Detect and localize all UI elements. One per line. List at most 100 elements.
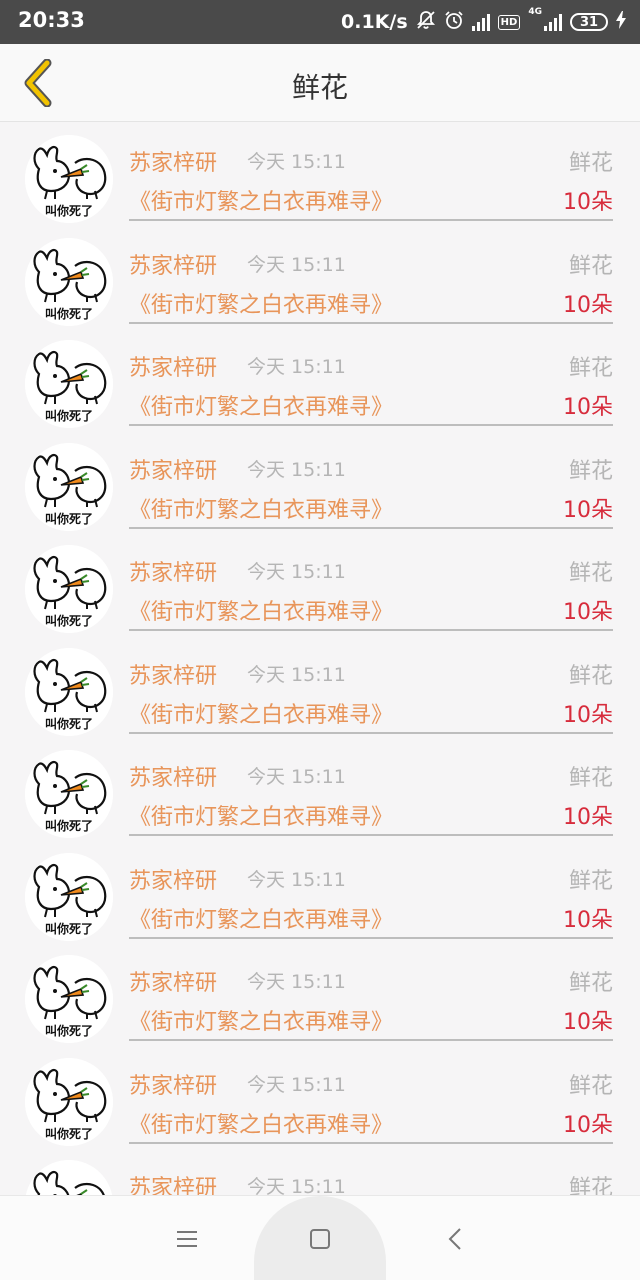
gift-amount: 10朵 [563,497,613,523]
list-item[interactable]: 叫你死了 苏家梓研 今天 15:11 鲜花 《街市灯繁之白衣再难寻》 10朵 [0,841,640,944]
sender-name[interactable]: 苏家梓研 [129,658,217,690]
avatar[interactable]: 叫你死了 [25,750,113,838]
book-title-link[interactable]: 《街市灯繁之白衣再难寻》 [129,799,393,831]
recent-apps-button[interactable] [122,1196,252,1280]
sender-name[interactable]: 苏家梓研 [129,145,217,177]
avatar-sticker-image: 叫你死了 [25,545,113,633]
list-item-content: 苏家梓研 今天 15:11 鲜花 《街市灯繁之白衣再难寻》 10朵 [129,1046,613,1144]
sender-name[interactable]: 苏家梓研 [129,555,217,587]
avatar[interactable]: 叫你死了 [25,135,113,223]
sender-name[interactable]: 苏家梓研 [129,965,217,997]
network-type: 4G [528,7,542,17]
list-item-content: 苏家梓研 今天 15:11 鲜花 《街市灯繁之白衣再难寻》 10朵 [129,943,613,1041]
book-title-link[interactable]: 《街市灯繁之白衣再难寻》 [129,389,393,421]
avatar[interactable]: 叫你死了 [25,955,113,1043]
avatar-caption: 叫你死了 [45,921,93,936]
list-item[interactable]: 叫你死了 苏家梓研 今天 15:11 鲜花 《街市灯繁之白衣再难寻》 10朵 [0,123,640,226]
avatar-sticker-image: 叫你死了 [25,750,113,838]
sender-name[interactable]: 苏家梓研 [129,248,217,280]
menu-icon [177,1230,197,1247]
list-item-content: 苏家梓研 今天 15:11 鲜花 《街市灯繁之白衣再难寻》 10朵 [129,123,613,221]
list-item-content: 苏家梓研 今天 15:11 鲜花 《街市灯繁之白衣再难寻》 10朵 [129,841,613,939]
avatar-sticker-image: 叫你死了 [25,442,113,531]
list-item-content: 苏家梓研 今天 15:11 鲜花 [129,1148,613,1195]
sender-name[interactable]: 苏家梓研 [129,453,217,485]
list-item[interactable]: 叫你死了 苏家梓研 今天 15:11 鲜花 《街市灯繁之白衣再难寻》 10朵 [0,533,640,636]
gift-type-label: 鲜花 [568,663,613,689]
list-item[interactable]: 叫你死了 苏家梓研 今天 15:11 鲜花 《街市灯繁之白衣再难寻》 10朵 [0,431,640,534]
gift-amount: 10朵 [563,395,613,420]
list-item[interactable]: 叫你死了 苏家梓研 今天 15:11 鲜花 《街市灯繁之白衣再难寻》 10朵 [0,636,640,739]
book-title-link[interactable]: 《街市灯繁之白衣再难寻》 [129,697,393,729]
book-title-link[interactable]: 《街市灯繁之白衣再难寻》 [129,902,393,934]
gift-type-label: 鲜花 [568,971,613,996]
avatar[interactable]: 叫你死了 [25,237,113,326]
avatar[interactable]: 叫你死了 [25,340,113,428]
avatar-caption: 叫你死了 [45,306,93,321]
sender-name[interactable]: 苏家梓研 [129,863,217,895]
system-back-button[interactable] [390,1196,520,1280]
avatar-sticker-image: 叫你死了 [25,647,113,736]
list-item[interactable]: 叫你死了 苏家梓研 今天 15:11 鲜花 《街市灯繁之白衣再难寻》 10朵 [0,943,640,1046]
gift-amount: 10朵 [563,600,613,625]
avatar[interactable]: 叫你死了 [25,545,113,633]
avatar[interactable]: 叫你死了 [25,647,113,736]
charging-icon [616,10,626,34]
avatar[interactable]: 叫你死了 [25,852,113,941]
list-item[interactable]: 叫你死了 苏家梓研 今天 15:11 鲜花 《街市灯繁之白衣再难寻》 10朵 [0,226,640,329]
mute-bell-icon [416,10,436,35]
home-button[interactable] [255,1196,385,1280]
gift-type-label: 鲜花 [568,253,613,279]
avatar-caption: 叫你死了 [45,511,93,526]
list-item-content: 苏家梓研 今天 15:11 鲜花 《街市灯繁之白衣再难寻》 10朵 [129,533,613,631]
timestamp: 今天 15:11 [247,1073,346,1096]
book-title-link[interactable]: 《街市灯繁之白衣再难寻》 [129,492,393,524]
timestamp: 今天 15:11 [247,151,346,173]
signal-4g-icon [544,13,562,31]
gift-type-label: 鲜花 [568,561,613,586]
gift-amount: 10朵 [563,907,613,933]
sender-name[interactable]: 苏家梓研 [129,760,217,792]
gift-amount: 10朵 [563,190,613,215]
signal-hd-icon [471,13,490,31]
gift-type-label: 鲜花 [568,356,613,381]
book-title-link[interactable]: 《街市灯繁之白衣再难寻》 [129,287,393,319]
avatar-caption: 叫你死了 [45,1023,93,1038]
avatar-caption: 叫你死了 [45,716,93,731]
gift-type-label: 鲜花 [568,458,613,484]
avatar[interactable]: 叫你死了 [25,442,113,531]
avatar[interactable]: 叫你死了 [25,1160,113,1195]
page-title: 鲜花 [291,71,348,104]
gift-type-label: 鲜花 [568,868,613,894]
avatar-sticker-image: 叫你死了 [25,852,113,941]
gift-type-label: 鲜花 [568,1176,613,1195]
book-title-link[interactable]: 《街市灯繁之白衣再难寻》 [129,184,393,216]
gift-amount: 10朵 [563,1112,613,1138]
list-item-content: 苏家梓研 今天 15:11 鲜花 《街市灯繁之白衣再难寻》 10朵 [129,431,613,529]
gift-amount: 10朵 [563,702,613,728]
battery-icon: 31 [570,13,608,31]
gift-record-list[interactable]: 叫你死了 苏家梓研 今天 15:11 鲜花 《街市灯繁之白衣再难寻》 10朵 叫… [0,123,640,1195]
timestamp: 今天 15:11 [247,561,346,583]
avatar[interactable]: 叫你死了 [25,1057,113,1146]
list-item[interactable]: 叫你死了 苏家梓研 今天 15:11 鲜花 《街市灯繁之白衣再难寻》 10朵 [0,1046,640,1149]
book-title-link[interactable]: 《街市灯繁之白衣再难寻》 [129,594,393,626]
gift-amount: 10朵 [563,1010,613,1035]
gift-amount: 10朵 [563,805,613,830]
sender-name[interactable]: 苏家梓研 [129,350,217,382]
alarm-icon [444,10,464,35]
sender-name[interactable]: 苏家梓研 [129,1068,217,1100]
system-nav-bar [0,1195,640,1280]
avatar-caption: 叫你死了 [45,203,93,218]
list-item[interactable]: 叫你死了 苏家梓研 今天 15:11 鲜花 《街市灯繁之白衣再难寻》 10朵 [0,738,640,841]
hd-badge: HD [497,14,521,30]
timestamp: 今天 15:11 [247,971,346,993]
list-item[interactable]: 叫你死了 苏家梓研 今天 15:11 鲜花 《街市灯繁之白衣再难寻》 10朵 [0,328,640,431]
list-item[interactable]: 叫你死了 苏家梓研 今天 15:11 鲜花 [0,1148,640,1195]
book-title-link[interactable]: 《街市灯繁之白衣再难寻》 [129,1004,393,1036]
timestamp: 今天 15:11 [247,253,346,276]
sender-name[interactable]: 苏家梓研 [129,1170,217,1195]
timestamp: 今天 15:11 [247,663,346,686]
avatar-caption: 叫你死了 [45,408,93,423]
book-title-link[interactable]: 《街市灯繁之白衣再难寻》 [129,1107,393,1139]
